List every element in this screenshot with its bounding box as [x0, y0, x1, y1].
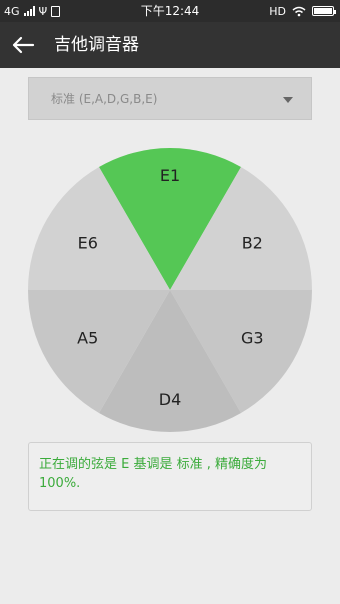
string-label-d4: D4 [159, 390, 182, 409]
string-label-g3: G3 [241, 329, 264, 348]
tuning-dropdown[interactable]: 标准 (E,A,D,G,B,E) [28, 77, 312, 120]
string-label-e1: E1 [160, 166, 180, 185]
back-button[interactable] [4, 26, 42, 64]
app-bar: 吉他调音器 [0, 22, 340, 68]
chevron-down-icon [283, 97, 293, 103]
status-message: 正在调的弦是 E 基调是 标准 , 精确度为 100%. [39, 457, 268, 491]
tuning-selected-value: 标准 (E,A,D,G,B,E) [51, 92, 158, 106]
battery-level [314, 8, 332, 14]
string-wheel: E1 B2 G3 D4 A5 E6 [28, 148, 312, 432]
status-bar-right: HD [269, 0, 336, 22]
arrow-left-icon [12, 36, 35, 54]
status-message-box: 正在调的弦是 E 基调是 标准 , 精确度为 100%. [28, 442, 312, 511]
status-bar: 4G Ψ 下午12:44 HD [0, 0, 340, 22]
hd-indicator: HD [269, 4, 286, 18]
string-wheel-svg: E1 B2 G3 D4 A5 E6 [28, 148, 312, 432]
string-label-b2: B2 [242, 234, 263, 253]
page-title: 吉他调音器 [54, 35, 139, 55]
string-label-a5: A5 [77, 329, 98, 348]
wifi-icon [292, 6, 306, 16]
string-label-e6: E6 [78, 234, 98, 253]
battery-icon [312, 6, 336, 16]
